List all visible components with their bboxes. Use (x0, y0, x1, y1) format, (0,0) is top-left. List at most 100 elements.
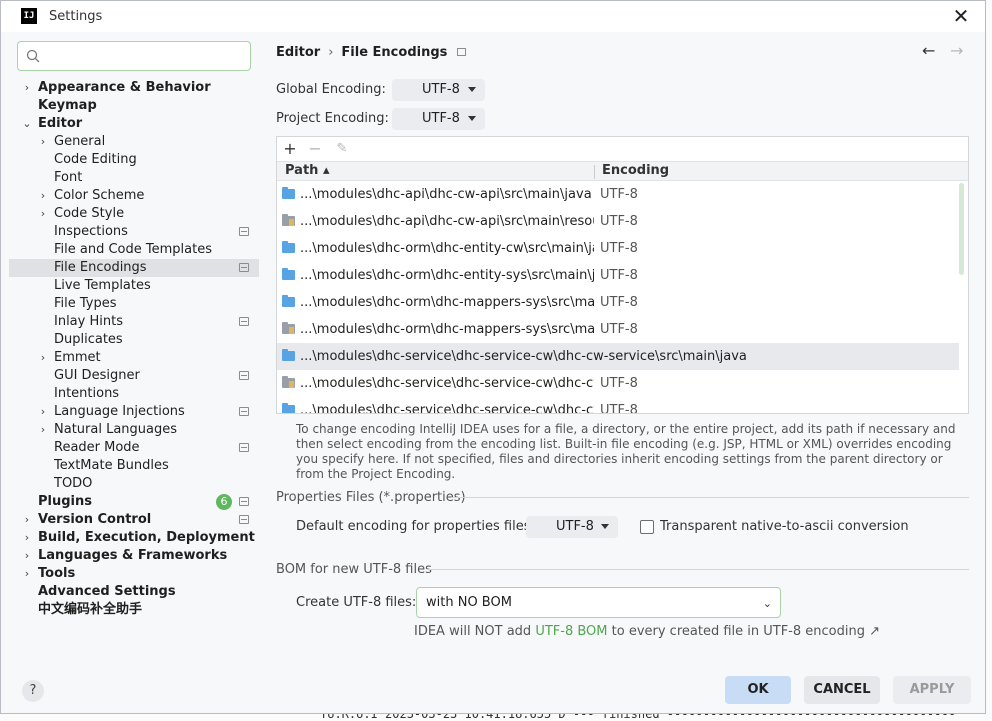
sidebar-item-label: Color Scheme (54, 188, 145, 203)
chevron-right-icon[interactable]: › (21, 511, 33, 529)
sidebar-item-label: Advanced Settings (38, 584, 176, 599)
sidebar-item[interactable]: Inspections (9, 223, 259, 241)
table-row[interactable]: ...\modules\dhc-api\dhc-cw-api\src\main\… (277, 181, 959, 208)
chevron-right-icon[interactable]: › (21, 79, 33, 97)
sidebar-item[interactable]: Code Editing (9, 151, 259, 169)
table-scrollbar[interactable] (959, 183, 964, 275)
sidebar-item[interactable]: Duplicates (9, 331, 259, 349)
table-row[interactable]: ...\modules\dhc-orm\dhc-entity-cw\src\ma… (277, 235, 959, 262)
table-row[interactable]: ...\modules\dhc-api\dhc-cw-api\src\main\… (277, 208, 959, 235)
help-button[interactable]: ? (22, 680, 44, 702)
sidebar-item[interactable]: › Code Style (9, 205, 259, 223)
chevron-down-icon[interactable]: ⌄ (21, 115, 33, 133)
chevron-right-icon[interactable]: › (21, 547, 33, 565)
column-divider[interactable] (594, 165, 595, 179)
chevron-right-icon[interactable]: › (21, 529, 33, 547)
global-encoding-select[interactable]: UTF-8 (392, 79, 485, 101)
chevron-right-icon[interactable]: › (37, 403, 49, 421)
path-column-header[interactable]: Path ▴ (285, 163, 329, 178)
cancel-button[interactable]: CANCEL (804, 676, 880, 704)
sidebar-item[interactable]: ⌄ Editor (9, 115, 259, 133)
table-row[interactable]: ...\modules\dhc-orm\dhc-mappers-sys\src\… (277, 316, 959, 343)
table-row[interactable]: ...\modules\dhc-orm\dhc-entity-sys\src\m… (277, 262, 959, 289)
utf8-bom-link[interactable]: UTF-8 BOM (535, 624, 607, 639)
apply-button[interactable]: APPLY (893, 676, 971, 704)
row-encoding[interactable]: UTF-8 (600, 262, 638, 289)
sidebar-item[interactable]: › Languages & Frameworks (9, 547, 259, 565)
table-row[interactable]: ...\modules\dhc-service\dhc-service-cw\d… (277, 370, 959, 397)
chevron-right-icon[interactable]: › (37, 349, 49, 367)
native-to-ascii-label[interactable]: Transparent native-to-ascii conversion (660, 519, 909, 534)
sidebar-item[interactable]: › Language Injections (9, 403, 259, 421)
project-scope-icon (239, 407, 249, 416)
table-row[interactable]: ...\modules\dhc-service\dhc-service-cw\d… (277, 397, 959, 414)
row-path: ...\modules\dhc-orm\dhc-mappers-sys\src\… (300, 322, 594, 337)
sidebar-item[interactable]: › Natural Languages (9, 421, 259, 439)
breadcrumb-editor[interactable]: Editor (276, 45, 320, 60)
sidebar-item[interactable]: › Color Scheme (9, 187, 259, 205)
sidebar-item[interactable]: Inlay Hints (9, 313, 259, 331)
chevron-right-icon[interactable]: › (37, 187, 49, 205)
sidebar-item[interactable]: Advanced Settings (9, 583, 259, 601)
resources-folder-icon (282, 376, 295, 388)
row-encoding[interactable]: UTF-8 (600, 208, 638, 235)
sidebar-item[interactable]: Intentions (9, 385, 259, 403)
sidebar-item[interactable]: › Appearance & Behavior (9, 79, 259, 97)
update-count-badge: 6 (216, 494, 232, 510)
chevron-right-icon[interactable]: › (37, 421, 49, 439)
breadcrumb: Editor › File Encodings (276, 45, 467, 60)
forward-arrow-icon[interactable]: → (950, 41, 963, 60)
sidebar-item[interactable]: File Encodings (9, 259, 259, 277)
sidebar-item[interactable]: 中文编码补全助手 (9, 601, 259, 619)
row-path: ...\modules\dhc-service\dhc-service-cw\d… (300, 403, 594, 414)
properties-encoding-select[interactable]: UTF-8 (526, 516, 618, 538)
sidebar-item[interactable]: Reader Mode (9, 439, 259, 457)
sidebar-item-label: Code Style (54, 206, 125, 221)
sidebar-item[interactable]: File and Code Templates (9, 241, 259, 259)
ok-button[interactable]: OK (725, 676, 791, 704)
table-row[interactable]: ...\modules\dhc-service\dhc-service-cw\d… (277, 343, 959, 370)
sidebar-item-label: Natural Languages (54, 422, 178, 437)
edit-icon[interactable]: ✎ (332, 139, 352, 159)
project-encoding-select[interactable]: UTF-8 (392, 108, 485, 130)
sidebar-item[interactable]: Keymap (9, 97, 259, 115)
bom-select[interactable]: with NO BOM ⌄ (416, 587, 781, 618)
encoding-column-header[interactable]: Encoding (602, 163, 669, 178)
sidebar-item[interactable]: File Types (9, 295, 259, 313)
sidebar-item-label: 中文编码补全助手 (38, 602, 143, 617)
row-path: ...\modules\dhc-api\dhc-cw-api\src\main\… (300, 187, 592, 202)
sidebar-item[interactable]: › Emmet (9, 349, 259, 367)
row-encoding[interactable]: UTF-8 (600, 235, 638, 262)
sidebar-item[interactable]: GUI Designer (9, 367, 259, 385)
add-icon[interactable]: + (280, 139, 300, 159)
row-encoding[interactable]: UTF-8 (600, 397, 638, 413)
sidebar-item[interactable]: › Version Control (9, 511, 259, 529)
section-divider (427, 569, 969, 570)
row-encoding[interactable]: UTF-8 (600, 289, 638, 316)
sidebar-item[interactable]: Font (9, 169, 259, 187)
sidebar-item[interactable]: Live Templates (9, 277, 259, 295)
chevron-right-icon[interactable]: › (21, 565, 33, 583)
search-input[interactable] (46, 47, 246, 65)
row-encoding[interactable]: UTF-8 (600, 181, 638, 208)
table-row[interactable]: ...\modules\dhc-orm\dhc-mappers-sys\src\… (277, 289, 959, 316)
settings-search-box[interactable] (17, 41, 251, 71)
sidebar-item[interactable]: TODO (9, 475, 259, 493)
sidebar-item[interactable]: › Build, Execution, Deployment (9, 529, 259, 547)
source-folder-icon (282, 241, 295, 253)
sidebar-item-label: Inlay Hints (54, 314, 123, 329)
remove-icon[interactable]: − (305, 139, 325, 159)
dropdown-arrow-icon (468, 87, 476, 92)
chevron-right-icon[interactable]: › (37, 133, 49, 151)
sidebar-item[interactable]: › Tools (9, 565, 259, 583)
chevron-right-icon[interactable]: › (37, 205, 49, 223)
back-arrow-icon[interactable]: ← (922, 41, 935, 60)
close-icon[interactable]: ✕ (951, 5, 971, 27)
project-scope-icon (239, 515, 249, 524)
sidebar-item[interactable]: TextMate Bundles (9, 457, 259, 475)
native-to-ascii-checkbox[interactable] (640, 520, 654, 534)
sidebar-item[interactable]: › General (9, 133, 259, 151)
sidebar-item[interactable]: Plugins 6 (9, 493, 259, 511)
row-encoding[interactable]: UTF-8 (600, 370, 638, 397)
row-encoding[interactable]: UTF-8 (600, 316, 638, 343)
